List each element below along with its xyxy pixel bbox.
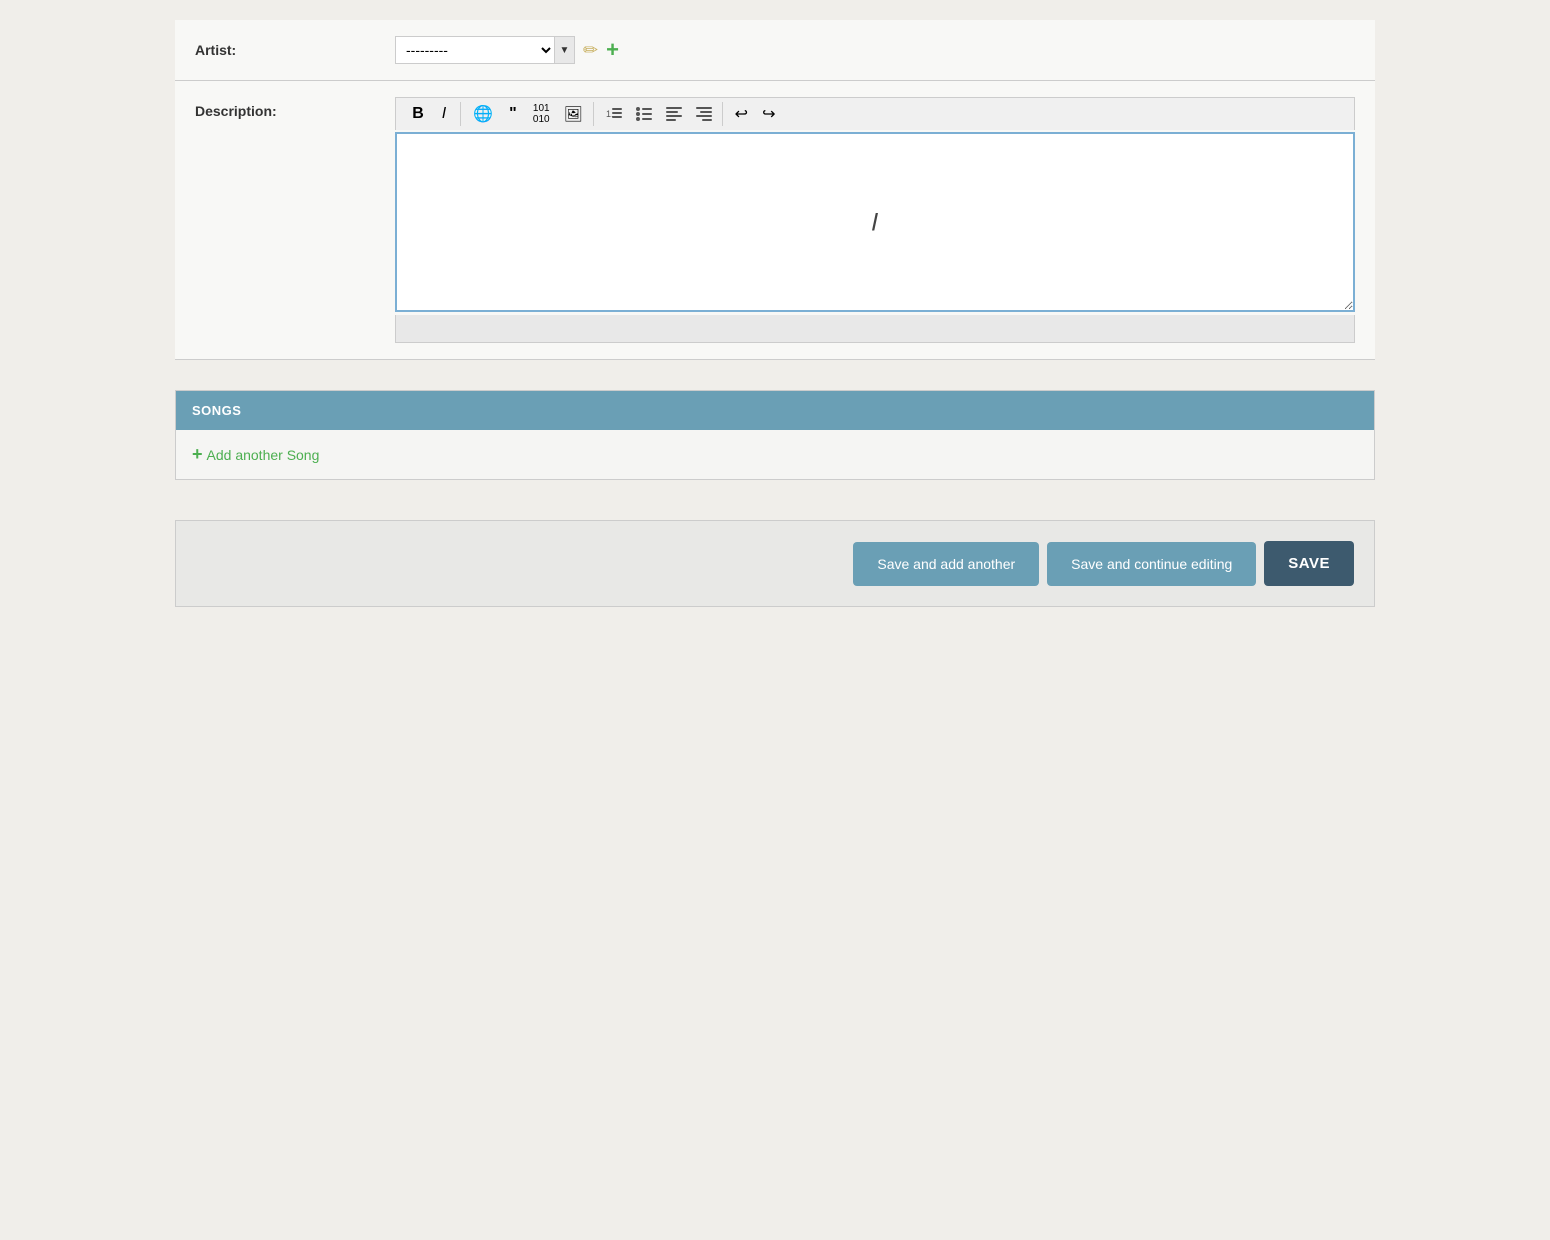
artist-add-icon[interactable]: + (606, 37, 619, 63)
page-container: Artist: --------- ▼ ✏ + Description: B I (175, 0, 1375, 627)
songs-body: + Add another Song (176, 430, 1374, 479)
editor-container: B I 🌐 " 101010 🖼 (395, 97, 1355, 343)
toolbar-align-right-btn[interactable] (690, 102, 718, 126)
save-button[interactable]: SAVE (1264, 541, 1354, 586)
add-song-plus-icon: + (192, 444, 203, 465)
songs-section: SONGS + Add another Song (175, 390, 1375, 480)
toolbar-undo-btn[interactable]: ↩ (729, 102, 754, 126)
blockquote-icon: " (509, 105, 517, 123)
add-song-label: Add another Song (207, 447, 320, 463)
description-editor[interactable] (395, 132, 1355, 312)
toolbar-blockquote-btn[interactable]: " (501, 102, 525, 126)
action-bar: Save and add another Save and continue e… (175, 520, 1375, 607)
toolbar-ol-btn[interactable]: 1. (600, 102, 628, 126)
editor-area-wrapper: 𝐼 (395, 132, 1355, 315)
align-left-icon (666, 105, 682, 124)
artist-field: --------- ▼ ✏ + (395, 36, 1355, 64)
artist-select-wrapper: --------- ▼ (395, 36, 575, 64)
toolbar-code-btn[interactable]: 101010 (527, 102, 556, 126)
undo-icon: ↩ (735, 104, 748, 124)
songs-header: SONGS (176, 391, 1374, 430)
image-icon: 🖼 (564, 105, 583, 123)
toolbar-list-group: 1. (596, 102, 723, 126)
toolbar-image-btn[interactable]: 🖼 (558, 102, 589, 126)
description-row: Description: B I 🌐 " 101010 (175, 81, 1375, 360)
toolbar-format-group: B I (402, 102, 461, 126)
toolbar-redo-btn[interactable]: ↪ (756, 102, 781, 126)
toolbar-ul-btn[interactable] (630, 102, 658, 126)
ul-icon (636, 105, 652, 124)
add-song-link[interactable]: + Add another Song (192, 444, 1358, 465)
editor-toolbar: B I 🌐 " 101010 🖼 (395, 97, 1355, 130)
toolbar-insert-group: 🌐 " 101010 🖼 (463, 102, 594, 126)
ol-icon: 1. (606, 105, 622, 124)
artist-label: Artist: (195, 36, 395, 58)
select-arrow-icon[interactable]: ▼ (555, 36, 575, 64)
toolbar-bold-btn[interactable]: B (406, 102, 430, 126)
editor-path-bar (395, 315, 1355, 343)
toolbar-history-group: ↩ ↪ (725, 102, 786, 126)
artist-row: Artist: --------- ▼ ✏ + (175, 20, 1375, 81)
toolbar-link-btn[interactable]: 🌐 (467, 102, 499, 126)
artist-select[interactable]: --------- (395, 36, 555, 64)
align-right-icon (696, 105, 712, 124)
globe-icon: 🌐 (473, 104, 493, 124)
redo-icon: ↪ (762, 104, 775, 124)
save-add-button[interactable]: Save and add another (853, 542, 1039, 586)
toolbar-align-left-btn[interactable] (660, 102, 688, 126)
code-icon: 101010 (533, 103, 550, 125)
artist-edit-icon[interactable]: ✏ (583, 40, 598, 61)
description-label: Description: (195, 97, 395, 119)
toolbar-italic-btn[interactable]: I (432, 102, 456, 126)
save-continue-button[interactable]: Save and continue editing (1047, 542, 1256, 586)
